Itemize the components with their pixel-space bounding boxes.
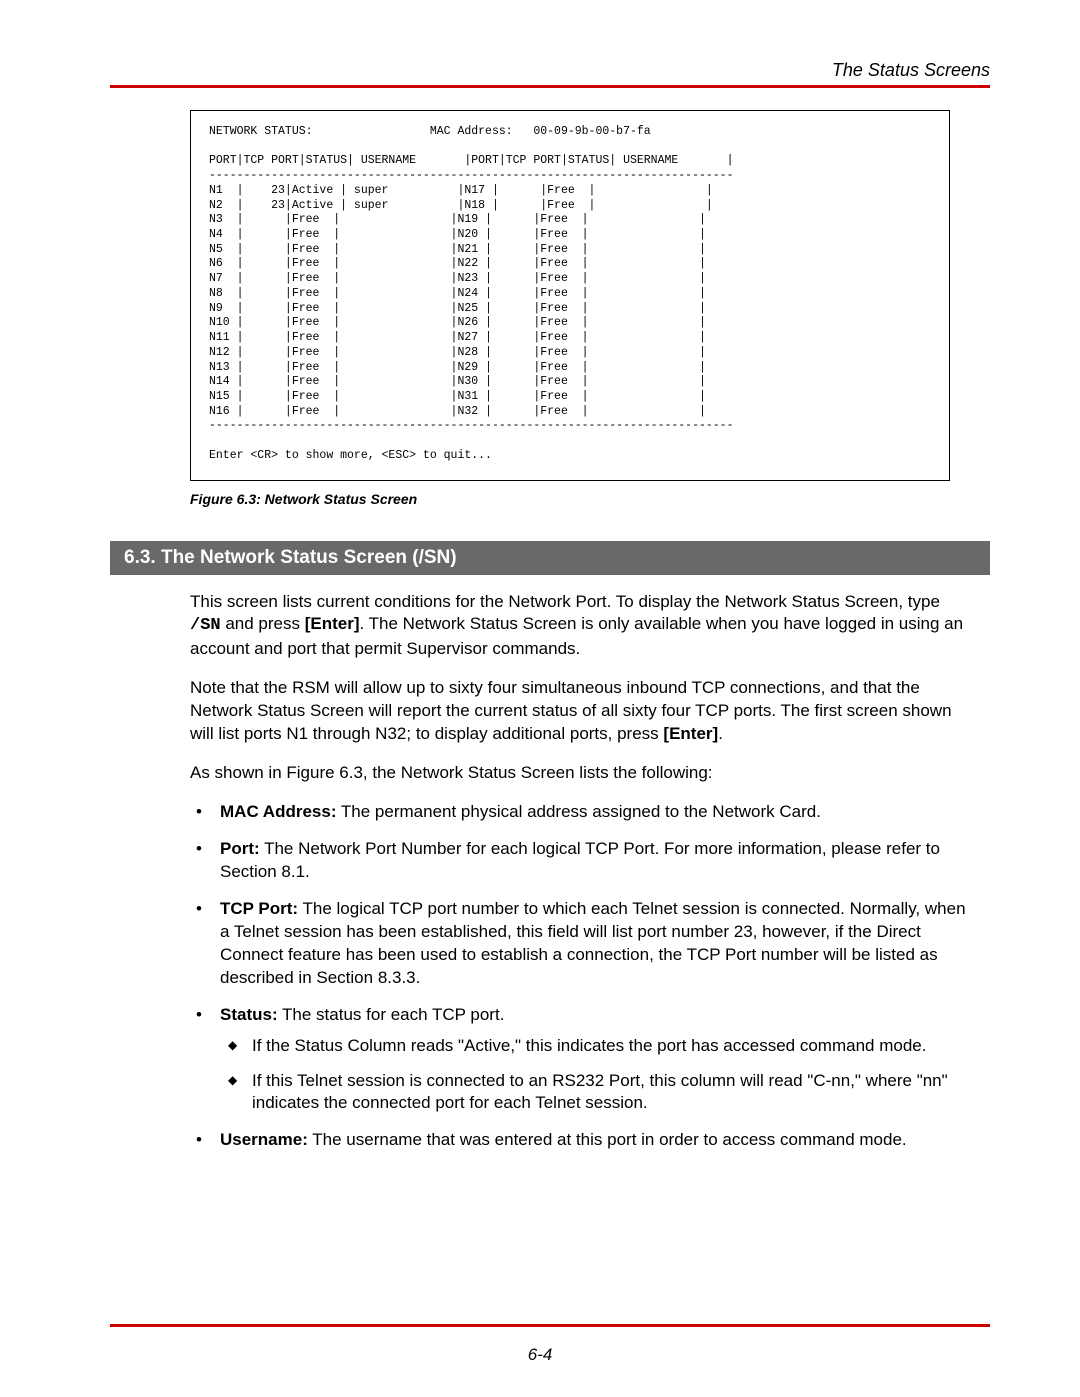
bullet-tcp: TCP Port: The logical TCP port number to… <box>190 898 970 990</box>
footer-rule <box>110 1324 990 1327</box>
figure-caption: Figure 6.3: Network Status Screen <box>190 491 990 507</box>
paragraph-note: Note that the RSM will allow up to sixty… <box>190 677 970 746</box>
sub-status-cnn: If this Telnet session is connected to a… <box>224 1070 970 1116</box>
running-header: The Status Screens <box>110 60 990 81</box>
sub-status-active: If the Status Column reads "Active," thi… <box>224 1035 970 1058</box>
page-number: 6-4 <box>0 1345 1080 1365</box>
bullet-status: Status: The status for each TCP port. If… <box>190 1004 970 1116</box>
header-rule <box>110 85 990 88</box>
bullet-username: Username: The username that was entered … <box>190 1129 970 1152</box>
key-enter: [Enter] <box>663 724 718 743</box>
section-heading: 6.3. The Network Status Screen (/SN) <box>110 541 990 575</box>
command-sn: /SN <box>190 616 221 635</box>
bullet-list: MAC Address: The permanent physical addr… <box>190 801 970 1152</box>
bullet-mac: MAC Address: The permanent physical addr… <box>190 801 970 824</box>
bullet-port: Port: The Network Port Number for each l… <box>190 838 970 884</box>
key-enter: [Enter] <box>305 614 360 633</box>
paragraph-listing: As shown in Figure 6.3, the Network Stat… <box>190 762 970 785</box>
terminal-output: NETWORK STATUS: MAC Address: 00-09-9b-00… <box>190 110 950 481</box>
page: The Status Screens NETWORK STATUS: MAC A… <box>0 0 1080 1397</box>
paragraph-intro: This screen lists current conditions for… <box>190 591 970 662</box>
